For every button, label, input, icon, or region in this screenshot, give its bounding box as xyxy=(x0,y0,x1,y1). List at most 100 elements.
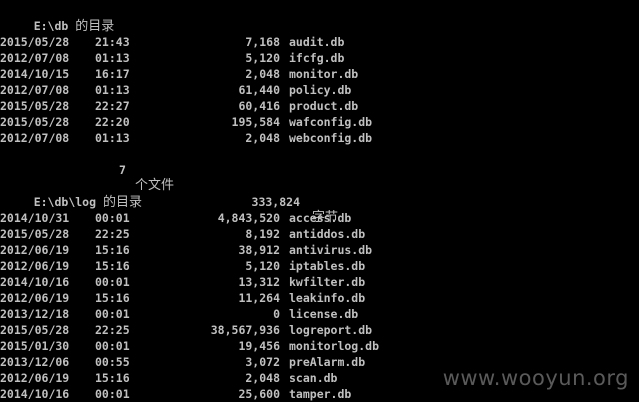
file-time: 00:01 xyxy=(95,339,130,353)
file-row: 2015/05/28 22:20 195,584 wafconfig.db xyxy=(0,114,639,130)
file-size: 38,912 xyxy=(238,243,280,257)
file-date: 2012/07/08 xyxy=(0,51,70,65)
directory-header: E:\db\log 的目录 xyxy=(6,178,142,210)
file-time: 00:55 xyxy=(95,355,130,369)
file-date: 2012/06/19 xyxy=(0,259,70,273)
file-row: 2014/10/15 16:17 2,048 monitor.db xyxy=(0,66,639,82)
file-name: webconfig.db xyxy=(289,131,373,145)
file-row: 2012/07/08 01:13 2,048 webconfig.db xyxy=(0,130,639,146)
file-name: monitorlog.db xyxy=(289,339,380,353)
file-time: 22:25 xyxy=(95,227,130,241)
file-date: 2014/10/16 xyxy=(0,275,70,289)
file-row: 2015/05/28 22:27 60,416 product.db xyxy=(0,98,639,114)
file-row: 2012/06/19 15:16 38,912 antivirus.db xyxy=(0,242,639,258)
file-date: 2014/10/16 xyxy=(0,387,70,401)
file-size: 195,584 xyxy=(231,115,280,129)
file-date: 2012/06/19 xyxy=(0,291,70,305)
file-time: 22:25 xyxy=(95,323,130,337)
file-row: 2013/12/18 00:01 0 license.db xyxy=(0,306,639,322)
file-date: 2013/12/06 xyxy=(0,355,70,369)
file-time: 21:43 xyxy=(95,35,130,49)
file-date: 2015/01/30 xyxy=(0,339,70,353)
file-time: 22:27 xyxy=(95,99,130,113)
file-time: 22:20 xyxy=(95,115,130,129)
file-row: 2015/01/30 00:01 19,456 monitorlog.db xyxy=(0,338,639,354)
file-time: 00:01 xyxy=(95,387,130,401)
file-size: 4,843,520 xyxy=(217,211,280,225)
file-time: 00:01 xyxy=(95,307,130,321)
directory-path: E:\db\log xyxy=(33,195,97,209)
file-name: scan.db xyxy=(289,371,338,385)
console-window[interactable]: E:\db 的目录 2015/05/28 21:43 7,168 audit.db 20… xyxy=(0,0,639,402)
file-row: 2015/05/28 22:25 8,192 antiddos.db xyxy=(0,226,639,242)
directory-header: E:\db 的目录 xyxy=(6,2,115,34)
file-summary: 7 个文件 333,824 字节 xyxy=(0,146,639,225)
file-size: 2,048 xyxy=(245,67,280,81)
file-time: 15:16 xyxy=(95,291,130,305)
watermark: www.wooyun.org xyxy=(442,366,629,390)
file-time: 15:16 xyxy=(95,371,130,385)
directory-suffix: 的目录 xyxy=(102,195,142,210)
file-date: 2012/07/08 xyxy=(0,131,70,145)
file-count: 7 xyxy=(119,163,126,177)
file-name: ifcfg.db xyxy=(289,51,345,65)
file-name: product.db xyxy=(289,99,359,113)
file-time: 01:13 xyxy=(95,131,130,145)
file-size: 5,120 xyxy=(245,51,280,65)
file-size: 19,456 xyxy=(238,339,280,353)
directory-suffix: 的目录 xyxy=(75,19,115,34)
file-time: 00:01 xyxy=(95,275,130,289)
file-size: 60,416 xyxy=(238,99,280,113)
file-name: kwfilter.db xyxy=(289,275,366,289)
file-name: tamper.db xyxy=(289,387,352,401)
total-bytes: 333,824 xyxy=(251,195,300,209)
file-date: 2015/05/28 xyxy=(0,323,70,337)
file-name: access.db xyxy=(289,211,352,225)
file-time: 01:13 xyxy=(95,83,130,97)
file-size: 61,440 xyxy=(238,83,280,97)
file-time: 00:01 xyxy=(95,211,130,225)
file-name: monitor.db xyxy=(289,67,359,81)
file-name: preAlarm.db xyxy=(289,355,366,369)
file-row: 2012/06/19 15:16 11,264 leakinfo.db xyxy=(0,290,639,306)
file-row: 2012/07/08 01:13 61,440 policy.db xyxy=(0,82,639,98)
directory-path: E:\db xyxy=(33,19,69,33)
file-time: 15:16 xyxy=(95,243,130,257)
file-size: 8,192 xyxy=(245,227,280,241)
file-size: 5,120 xyxy=(245,259,280,273)
file-name: wafconfig.db xyxy=(289,115,373,129)
file-size: 3,072 xyxy=(245,355,280,369)
file-row: 2012/07/08 01:13 5,120 ifcfg.db xyxy=(0,50,639,66)
file-row: 2014/10/16 00:01 13,312 kwfilter.db xyxy=(0,274,639,290)
file-name: antivirus.db xyxy=(289,243,373,257)
file-size: 7,168 xyxy=(245,35,280,49)
file-date: 2014/10/31 xyxy=(0,211,70,225)
file-row: 2015/05/28 21:43 7,168 audit.db xyxy=(0,34,639,50)
file-time: 16:17 xyxy=(95,67,130,81)
file-row: 2014/10/31 00:01 4,843,520 access.db xyxy=(0,210,639,226)
file-date: 2012/07/08 xyxy=(0,83,70,97)
file-size: 38,567,936 xyxy=(210,323,280,337)
file-date: 2015/05/28 xyxy=(0,227,70,241)
file-name: logreport.db xyxy=(289,323,373,337)
file-date: 2015/05/28 xyxy=(0,115,70,129)
file-date: 2015/05/28 xyxy=(0,99,70,113)
file-date: 2015/05/28 xyxy=(0,35,70,49)
file-size: 25,600 xyxy=(238,387,280,401)
file-name: leakinfo.db xyxy=(289,291,366,305)
file-size: 0 xyxy=(273,307,280,321)
file-name: license.db xyxy=(289,307,359,321)
file-date: 2012/06/19 xyxy=(0,371,70,385)
file-row: 2012/06/19 15:16 5,120 iptables.db xyxy=(0,258,639,274)
file-size: 2,048 xyxy=(245,371,280,385)
file-date: 2013/12/18 xyxy=(0,307,70,321)
file-row: 2015/05/28 22:25 38,567,936 logreport.db xyxy=(0,322,639,338)
file-name: iptables.db xyxy=(289,259,366,273)
file-size: 13,312 xyxy=(238,275,280,289)
file-name: policy.db xyxy=(289,83,352,97)
file-name: audit.db xyxy=(289,35,345,49)
file-size: 2,048 xyxy=(245,131,280,145)
file-date: 2012/06/19 xyxy=(0,243,70,257)
file-time: 15:16 xyxy=(95,259,130,273)
file-size: 11,264 xyxy=(238,291,280,305)
